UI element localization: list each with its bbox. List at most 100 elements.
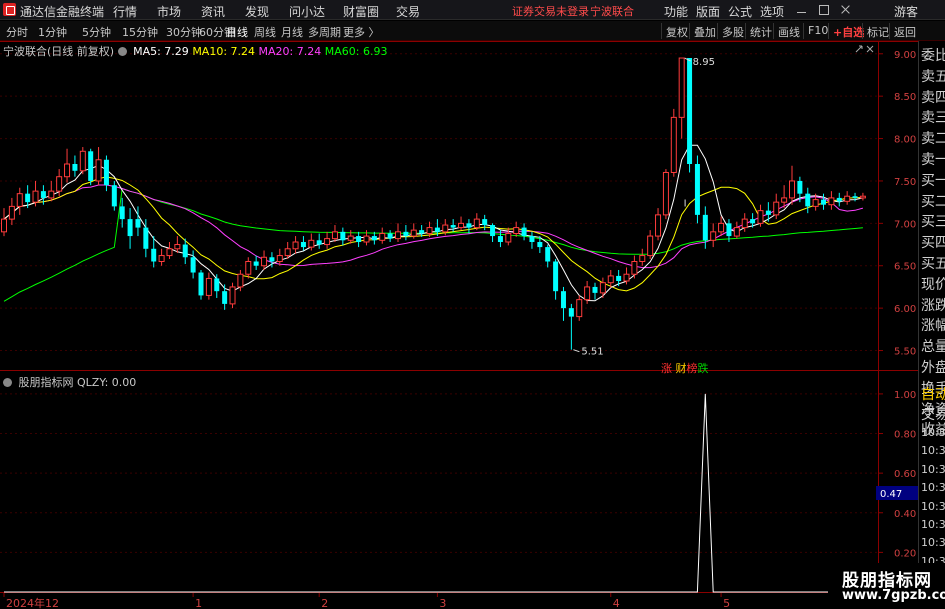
menu-zixun[interactable]: 资讯 — [201, 3, 225, 20]
candle — [828, 191, 835, 210]
trade-time: 10:32 — [921, 536, 945, 550]
menu-shichang[interactable]: 市场 — [157, 3, 181, 20]
menu-banmian[interactable]: 版面 — [696, 3, 720, 20]
candle-body — [111, 185, 117, 207]
candle — [403, 225, 409, 241]
fuquan-button[interactable]: 复权 — [661, 23, 692, 39]
period-monthly[interactable]: 月线 — [281, 24, 303, 40]
candle-body — [733, 227, 740, 237]
period-daily[interactable]: 日线 — [226, 24, 248, 40]
watermark-url: www.7gpzb.com — [842, 588, 945, 603]
candle — [805, 187, 811, 214]
candle-body — [261, 256, 268, 267]
candle — [678, 57, 685, 139]
stats-button[interactable]: 统计 — [745, 23, 776, 39]
candle-body — [331, 231, 338, 240]
candle — [687, 58, 693, 173]
candle — [710, 223, 717, 248]
candle-body — [72, 164, 78, 171]
panel-expand-icon[interactable] — [855, 45, 863, 53]
candle-body — [576, 299, 583, 318]
candle-body — [687, 58, 693, 164]
candle-body — [821, 199, 827, 205]
candle-body — [702, 214, 708, 241]
candle-body — [32, 190, 39, 203]
event-cai[interactable]: 财 — [676, 362, 687, 375]
quote-label: 买四 — [921, 235, 945, 252]
current-stock-link[interactable]: 宁波联合 — [590, 3, 634, 19]
close-icon[interactable] — [840, 4, 851, 15]
menu-faxian[interactable]: 发现 — [245, 3, 269, 20]
period-30min[interactable]: 30分钟 — [166, 24, 202, 40]
overlay-button[interactable]: 叠加 — [689, 23, 720, 39]
period-1min[interactable]: 1分钟 — [38, 24, 67, 40]
candle-body — [88, 151, 94, 181]
menu-hangqing[interactable]: 行情 — [113, 3, 137, 20]
menu-xuanxiang[interactable]: 选项 — [760, 3, 784, 20]
app-title: 通达信金融终端 — [20, 5, 105, 19]
quote-label: 卖四 — [921, 89, 945, 106]
candle-body — [56, 176, 63, 192]
candle — [789, 165, 795, 205]
maximize-icon[interactable] — [818, 4, 829, 15]
period-toolbar: 分时 1分钟 5分钟 15分钟 30分钟 60分钟 日线 周线 月线 多周期 更… — [0, 21, 945, 41]
quote-label: 涨跌 — [921, 297, 945, 314]
x-tick-label: 2 — [321, 597, 328, 609]
y-tick-label: 6.50 — [894, 262, 916, 273]
candle — [490, 223, 496, 242]
back-button[interactable]: 返回 — [889, 23, 920, 39]
candle — [639, 248, 646, 266]
ma20-line — [3, 184, 864, 269]
candle-body — [229, 286, 236, 305]
trade-login-status[interactable]: 证券交易未登录 — [512, 3, 589, 19]
candle — [371, 231, 377, 245]
menu-gongneng[interactable]: 功能 — [664, 3, 688, 20]
candle — [836, 192, 842, 207]
period-fenshi[interactable]: 分时 — [6, 24, 28, 40]
price-grid — [0, 53, 878, 553]
candle-body — [182, 244, 188, 258]
quote-label: 现价 — [921, 276, 945, 293]
candle — [222, 284, 228, 310]
indicator-settings-icon[interactable] — [3, 378, 12, 387]
user-guest[interactable]: 游客 — [894, 3, 918, 20]
menu-gongshi[interactable]: 公式 — [728, 3, 752, 20]
candle-body — [505, 233, 512, 243]
candle — [655, 208, 662, 241]
period-5min[interactable]: 5分钟 — [82, 24, 111, 40]
settings-circle-icon[interactable] — [117, 47, 127, 56]
minimize-icon[interactable] — [796, 4, 807, 15]
candle-body — [190, 257, 196, 273]
candle-body — [584, 286, 591, 301]
menu-jiaoyi[interactable]: 交易 — [396, 3, 420, 20]
candle-body — [308, 239, 315, 248]
draw-line-button[interactable]: 画线 — [773, 23, 804, 39]
candle-body — [607, 275, 614, 284]
menu-wenxiaoda[interactable]: 问小达 — [289, 3, 325, 20]
event-bang[interactable]: 榜 — [687, 362, 698, 375]
period-weekly[interactable]: 周线 — [254, 24, 276, 40]
candle — [276, 248, 283, 266]
panel-close-icon[interactable] — [866, 45, 874, 53]
ma60-label: MA60: 6.93 — [324, 45, 388, 58]
ma20-label: MA20: 7.24 — [258, 45, 322, 58]
period-more[interactable]: 更多 〉 — [343, 24, 380, 40]
event-die[interactable]: 跌 — [698, 362, 709, 375]
chart-annotations: 8.95 5.51 I — [573, 57, 715, 358]
multi-stock-button[interactable]: 多股 — [717, 23, 748, 39]
ma5-label: MA5: 7.29 — [133, 45, 189, 58]
kline-chart[interactable]: 9.00 8.50 8.00 7.50 7.00 6.50 6.00 5.50 1.00 0.8… — [0, 41, 918, 609]
candle-body — [410, 229, 417, 237]
candle-body — [836, 197, 842, 202]
event-zhang[interactable]: 涨 — [661, 362, 672, 375]
candle — [1, 208, 7, 237]
high-price-label: 8.95 — [693, 57, 715, 68]
candle-body — [828, 197, 835, 206]
candle-body — [537, 242, 543, 248]
period-15min[interactable]: 15分钟 — [122, 24, 158, 40]
candle-body — [25, 193, 31, 203]
candle-body — [269, 257, 275, 262]
menu-caifuquan[interactable]: 财富圈 — [343, 3, 379, 20]
watermark: 股朋指标网 www.7gpzb.com — [828, 563, 945, 609]
period-multi[interactable]: 多周期 — [308, 24, 341, 40]
